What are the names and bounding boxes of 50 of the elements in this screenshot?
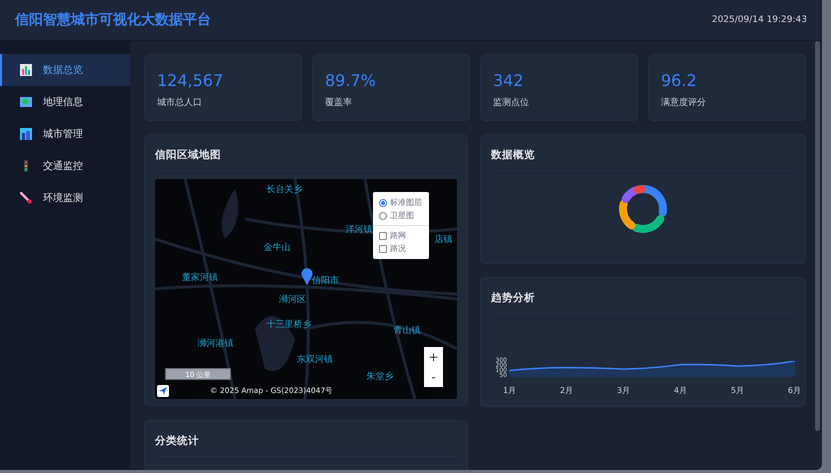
sidebar-item[interactable]: 地理信息 bbox=[0, 86, 130, 118]
stat-value: 342 bbox=[493, 71, 525, 90]
axis-label: 5月 bbox=[730, 385, 744, 396]
place-label: 十三里桥乡 bbox=[266, 318, 312, 331]
datetime: 2025/09/14 19:29:43 bbox=[712, 15, 807, 25]
sidebar-item[interactable]: 数据总览 bbox=[0, 54, 130, 86]
place-label: 店镇 bbox=[434, 234, 452, 246]
stat-label: 满意度评分 bbox=[661, 96, 707, 109]
panel-title: 分类统计 bbox=[155, 434, 457, 457]
axis-label: 2月 bbox=[560, 385, 574, 396]
layer-checkbox[interactable]: 路网 bbox=[379, 229, 423, 242]
axis-label: 1月 bbox=[503, 385, 516, 396]
stat-label: 城市总人口 bbox=[157, 96, 203, 109]
stat-value: 89.7% bbox=[325, 71, 377, 90]
place-label: 信阳市 bbox=[312, 274, 340, 287]
thermometer-icon bbox=[20, 192, 32, 204]
stat-label: 监测点位 bbox=[493, 96, 530, 109]
place-label: 长台关乡 bbox=[266, 184, 303, 196]
place-label: 洋河镇 bbox=[345, 224, 372, 236]
axis-label: 6月 bbox=[788, 385, 801, 396]
app-title: 信阳智慧城市可视化大数据平台 bbox=[15, 11, 211, 29]
axis-label: 4月 bbox=[674, 385, 687, 396]
sidebar-item[interactable]: 环境监测 bbox=[0, 182, 130, 214]
chart-icon bbox=[20, 64, 32, 76]
place-label: 浉河区 bbox=[278, 294, 306, 306]
stat-value: 96.2 bbox=[661, 71, 698, 90]
place-label: 青山镇 bbox=[394, 324, 421, 338]
layer-radio[interactable]: 标准图层 bbox=[379, 196, 423, 209]
sidebar-item[interactable]: 交通监控 bbox=[0, 150, 130, 182]
layer-radio[interactable]: 卫星图 bbox=[379, 209, 423, 222]
sidebar-item[interactable]: 城市管理 bbox=[0, 118, 130, 150]
map-pin-icon[interactable] bbox=[301, 267, 313, 285]
place-label: 朱堂乡 bbox=[366, 370, 394, 384]
scrollbar[interactable] bbox=[815, 41, 820, 431]
map-icon bbox=[20, 96, 32, 108]
panel-title: 趋势分析 bbox=[491, 291, 795, 314]
place-label: 董家河镇 bbox=[182, 272, 218, 284]
place-label: 金牛山 bbox=[264, 242, 291, 254]
map-drawing[interactable] bbox=[155, 179, 457, 399]
panel-title: 信阳区域地图 bbox=[155, 148, 457, 171]
panel-title: 数据概览 bbox=[491, 148, 795, 171]
navigation-arrow-icon[interactable] bbox=[157, 385, 169, 397]
city-icon bbox=[20, 128, 32, 140]
stat-value: 124,567 bbox=[157, 71, 224, 90]
layer-checkbox[interactable]: 路况 bbox=[379, 242, 423, 255]
donut-chart-drawing bbox=[617, 183, 669, 235]
axis-label: 3月 bbox=[616, 385, 630, 396]
place-label: 东双河镇 bbox=[296, 354, 333, 366]
place-label: 浉河港镇 bbox=[197, 338, 234, 350]
stat-label: 覆盖率 bbox=[325, 96, 353, 109]
